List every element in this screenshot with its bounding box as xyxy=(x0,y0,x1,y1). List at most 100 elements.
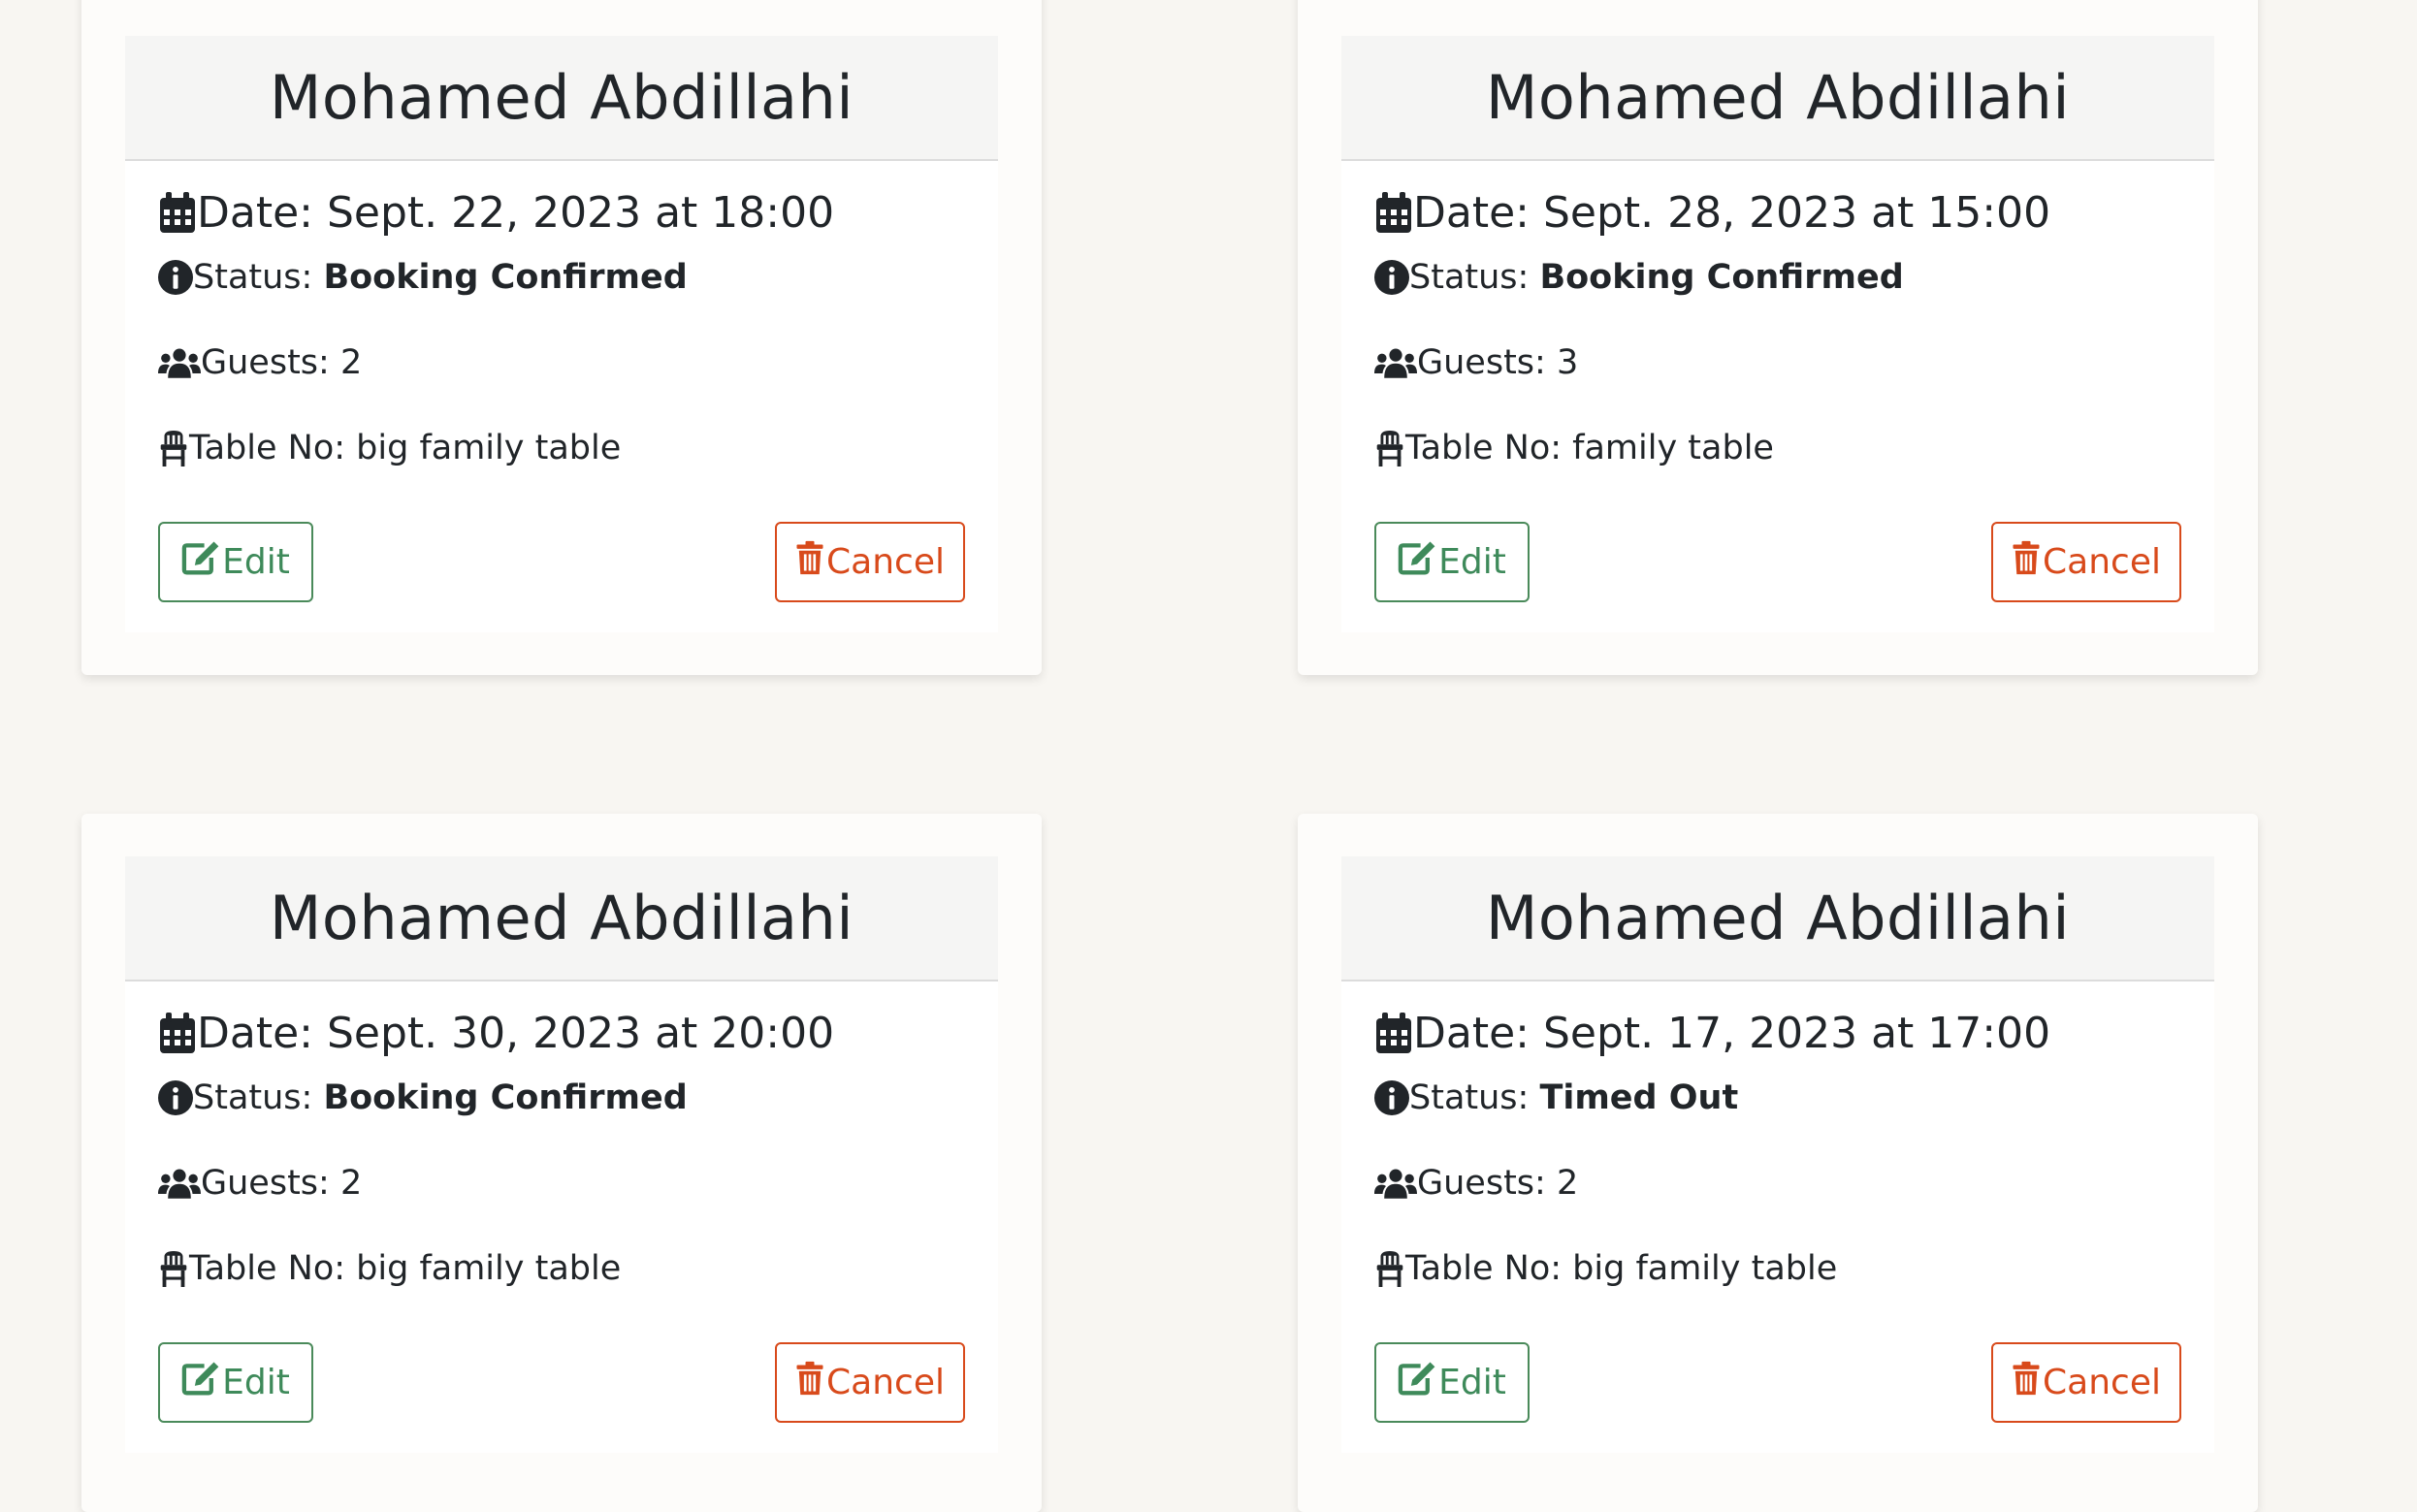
booking-details: Date: Sept. 17, 2023 at 17:00 Status: Ti… xyxy=(1374,980,2181,1453)
booking-date-row: Date: Sept. 28, 2023 at 15:00 xyxy=(1374,188,2050,238)
booking-guests-label: Guests: xyxy=(201,343,340,382)
booking-table-value: big family table xyxy=(1572,1249,1838,1288)
edit-button-label: Edit xyxy=(1438,1363,1506,1402)
edit-icon xyxy=(181,540,222,584)
booking-table-label: Table No: xyxy=(1405,1249,1573,1288)
edit-button-label: Edit xyxy=(1438,542,1506,582)
info-circle-icon xyxy=(1374,260,1409,295)
trash-icon xyxy=(2012,540,2043,584)
booking-date-row: Date: Sept. 30, 2023 at 20:00 xyxy=(158,1009,834,1058)
users-icon xyxy=(1374,1168,1417,1199)
booking-card: Mohamed Abdillahi Date: Sept. 28, 2023 a… xyxy=(1298,0,2258,675)
booking-status-label: Status: xyxy=(193,258,324,297)
calendar-icon xyxy=(158,1012,197,1055)
booking-card-inner: Mohamed Abdillahi Date: Sept. 28, 2023 a… xyxy=(1341,36,2214,632)
booking-date-row: Date: Sept. 17, 2023 at 17:00 xyxy=(1374,1009,2050,1058)
chair-icon xyxy=(1374,430,1405,466)
booking-status-row: Status: Timed Out xyxy=(1374,1078,1738,1117)
booking-status-value: Timed Out xyxy=(1539,1078,1739,1117)
trash-icon xyxy=(795,1361,826,1404)
info-circle-icon xyxy=(1374,1080,1409,1115)
booking-table-value: big family table xyxy=(356,429,622,467)
booking-table-value: big family table xyxy=(356,1249,622,1288)
booking-status-row: Status: Booking Confirmed xyxy=(1374,258,1904,297)
edit-button[interactable]: Edit xyxy=(1374,1342,1530,1423)
info-circle-icon xyxy=(158,1080,193,1115)
booking-guests-value: 2 xyxy=(339,1164,363,1203)
booking-table-row: Table No: big family table xyxy=(1374,1249,1837,1288)
cancel-button[interactable]: Cancel xyxy=(775,522,965,602)
calendar-icon xyxy=(158,191,197,235)
booking-date-label: Date: xyxy=(1413,188,1543,238)
booking-date-value: Sept. 17, 2023 at 17:00 xyxy=(1542,1009,2051,1058)
booking-guests-row: Guests: 2 xyxy=(158,343,362,382)
booking-guests-row: Guests: 3 xyxy=(1374,343,1578,382)
booking-status-value: Booking Confirmed xyxy=(1539,258,1904,297)
booking-card: Mohamed Abdillahi Date: Sept. 30, 2023 a… xyxy=(81,814,1042,1512)
booking-name: Mohamed Abdillahi xyxy=(1341,36,2214,161)
cancel-button-label: Cancel xyxy=(2043,542,2161,582)
cancel-button[interactable]: Cancel xyxy=(775,1342,965,1423)
trash-icon xyxy=(795,540,826,584)
booking-table-label: Table No: xyxy=(189,429,357,467)
edit-button[interactable]: Edit xyxy=(1374,522,1530,602)
cancel-button-label: Cancel xyxy=(826,542,945,582)
booking-date-label: Date: xyxy=(197,188,327,238)
info-circle-icon xyxy=(158,260,193,295)
chair-icon xyxy=(1374,1250,1405,1287)
booking-card-inner: Mohamed Abdillahi Date: Sept. 30, 2023 a… xyxy=(125,856,998,1453)
chair-icon xyxy=(158,1250,189,1287)
edit-button[interactable]: Edit xyxy=(158,1342,313,1423)
booking-date-value: Sept. 22, 2023 at 18:00 xyxy=(326,188,835,238)
cancel-button[interactable]: Cancel xyxy=(1991,522,2181,602)
booking-status-label: Status: xyxy=(1409,1078,1540,1117)
booking-status-label: Status: xyxy=(193,1078,324,1117)
booking-guests-value: 2 xyxy=(1556,1164,1579,1203)
booking-table-label: Table No: xyxy=(189,1249,357,1288)
booking-date-row: Date: Sept. 22, 2023 at 18:00 xyxy=(158,188,834,238)
edit-button-label: Edit xyxy=(222,542,290,582)
users-icon xyxy=(158,347,201,378)
booking-date-label: Date: xyxy=(197,1009,327,1058)
booking-guests-label: Guests: xyxy=(201,1164,340,1203)
trash-icon xyxy=(2012,1361,2043,1404)
cancel-button-label: Cancel xyxy=(2043,1363,2161,1402)
calendar-icon xyxy=(1374,191,1413,235)
booking-card-inner: Mohamed Abdillahi Date: Sept. 22, 2023 a… xyxy=(125,36,998,632)
booking-table-row: Table No: big family table xyxy=(158,1249,621,1288)
booking-table-row: Table No: big family table xyxy=(158,429,621,467)
cancel-button[interactable]: Cancel xyxy=(1991,1342,2181,1423)
edit-button[interactable]: Edit xyxy=(158,522,313,602)
booking-details: Date: Sept. 28, 2023 at 15:00 Status: Bo… xyxy=(1374,159,2181,632)
booking-status-label: Status: xyxy=(1409,258,1540,297)
chair-icon xyxy=(158,430,189,466)
calendar-icon xyxy=(1374,1012,1413,1055)
booking-details: Date: Sept. 30, 2023 at 20:00 Status: Bo… xyxy=(158,980,965,1453)
booking-guests-value: 2 xyxy=(339,343,363,382)
edit-icon xyxy=(1398,540,1438,584)
booking-name: Mohamed Abdillahi xyxy=(1341,856,2214,981)
booking-status-row: Status: Booking Confirmed xyxy=(158,258,688,297)
booking-name: Mohamed Abdillahi xyxy=(125,36,998,161)
booking-table-row: Table No: family table xyxy=(1374,429,1774,467)
booking-status-value: Booking Confirmed xyxy=(323,1078,688,1117)
booking-guests-label: Guests: xyxy=(1417,343,1557,382)
booking-card: Mohamed Abdillahi Date: Sept. 17, 2023 a… xyxy=(1298,814,2258,1512)
booking-date-value: Sept. 30, 2023 at 20:00 xyxy=(326,1009,835,1058)
booking-status-row: Status: Booking Confirmed xyxy=(158,1078,688,1117)
edit-icon xyxy=(181,1361,222,1404)
edit-icon xyxy=(1398,1361,1438,1404)
users-icon xyxy=(158,1168,201,1199)
booking-details: Date: Sept. 22, 2023 at 18:00 Status: Bo… xyxy=(158,159,965,632)
booking-status-value: Booking Confirmed xyxy=(323,258,688,297)
booking-guests-row: Guests: 2 xyxy=(158,1164,362,1203)
booking-date-label: Date: xyxy=(1413,1009,1543,1058)
edit-button-label: Edit xyxy=(222,1363,290,1402)
cancel-button-label: Cancel xyxy=(826,1363,945,1402)
booking-name: Mohamed Abdillahi xyxy=(125,856,998,981)
booking-card-inner: Mohamed Abdillahi Date: Sept. 17, 2023 a… xyxy=(1341,856,2214,1453)
booking-table-value: family table xyxy=(1572,429,1774,467)
booking-guests-label: Guests: xyxy=(1417,1164,1557,1203)
booking-date-value: Sept. 28, 2023 at 15:00 xyxy=(1542,188,2051,238)
booking-guests-row: Guests: 2 xyxy=(1374,1164,1578,1203)
